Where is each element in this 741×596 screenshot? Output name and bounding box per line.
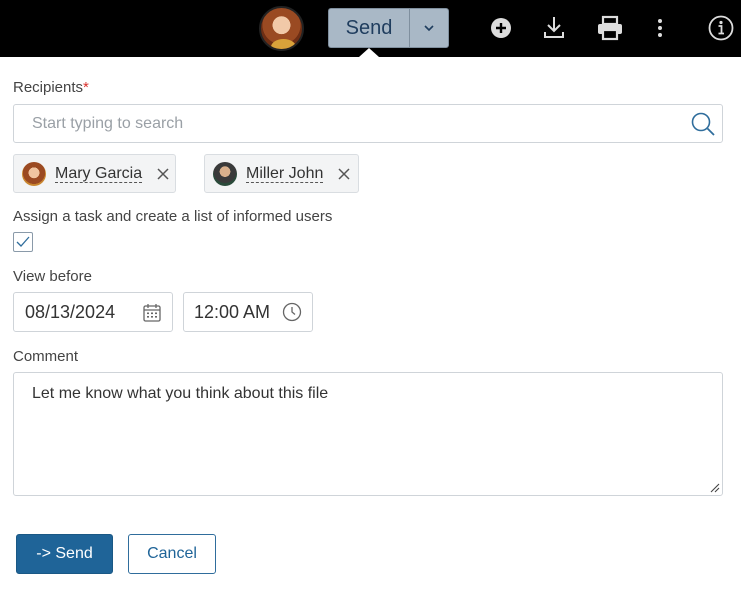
assign-task-checkbox[interactable]: [13, 232, 33, 252]
remove-recipient-button[interactable]: [155, 166, 171, 182]
more-vertical-icon: [658, 19, 662, 37]
recipient-name-link[interactable]: Miller John: [246, 165, 324, 183]
close-icon: [157, 167, 169, 180]
recipients-search-field: [13, 104, 723, 143]
send-button[interactable]: -> Send: [16, 534, 113, 574]
send-button-group: Send: [328, 8, 449, 48]
send-options-dropdown[interactable]: [409, 8, 449, 48]
checkmark-icon: [16, 236, 30, 247]
recipients-label: Recipients*: [13, 79, 89, 96]
add-circle-icon: [491, 18, 511, 38]
date-field[interactable]: 08/13/2024: [13, 292, 173, 332]
dropdown-pointer: [359, 48, 379, 57]
close-icon: [338, 167, 350, 180]
view-before-label: View before: [13, 268, 92, 285]
comment-text: Let me know what you think about this fi…: [32, 385, 329, 402]
remove-recipient-button[interactable]: [336, 166, 352, 182]
more-options-button[interactable]: [646, 14, 674, 42]
add-button[interactable]: [487, 14, 515, 42]
time-field[interactable]: 12:00 AM: [183, 292, 313, 332]
cancel-button[interactable]: Cancel: [128, 534, 216, 574]
time-value: 12:00 AM: [194, 301, 271, 322]
info-button[interactable]: [707, 14, 735, 42]
recipients-search-input[interactable]: [14, 105, 674, 142]
resize-handle-icon[interactable]: [710, 483, 720, 493]
recipient-chip: Miller John: [204, 154, 359, 193]
download-icon: [544, 17, 564, 38]
clock-icon[interactable]: [282, 302, 302, 322]
comment-textarea[interactable]: Let me know what you think about this fi…: [13, 372, 723, 496]
required-mark: *: [83, 79, 89, 96]
recipient-name-link[interactable]: Mary Garcia: [55, 165, 143, 183]
print-button[interactable]: [596, 14, 624, 42]
recipients-label-text: Recipients: [13, 79, 84, 96]
calendar-icon[interactable]: [142, 303, 162, 323]
date-value: 08/13/2024: [25, 301, 116, 322]
current-user-avatar[interactable]: [259, 6, 304, 51]
toolbar-send-button[interactable]: Send: [328, 8, 409, 48]
download-button[interactable]: [540, 14, 568, 42]
chevron-down-icon: [424, 25, 434, 32]
assign-task-label: Assign a task and create a list of infor…: [13, 208, 333, 225]
avatar: [22, 161, 46, 186]
avatar: [213, 161, 237, 186]
search-icon[interactable]: [690, 111, 716, 137]
recipient-chip: Mary Garcia: [13, 154, 176, 193]
info-icon: [708, 15, 734, 41]
comment-label: Comment: [13, 348, 79, 365]
print-icon: [598, 15, 622, 41]
